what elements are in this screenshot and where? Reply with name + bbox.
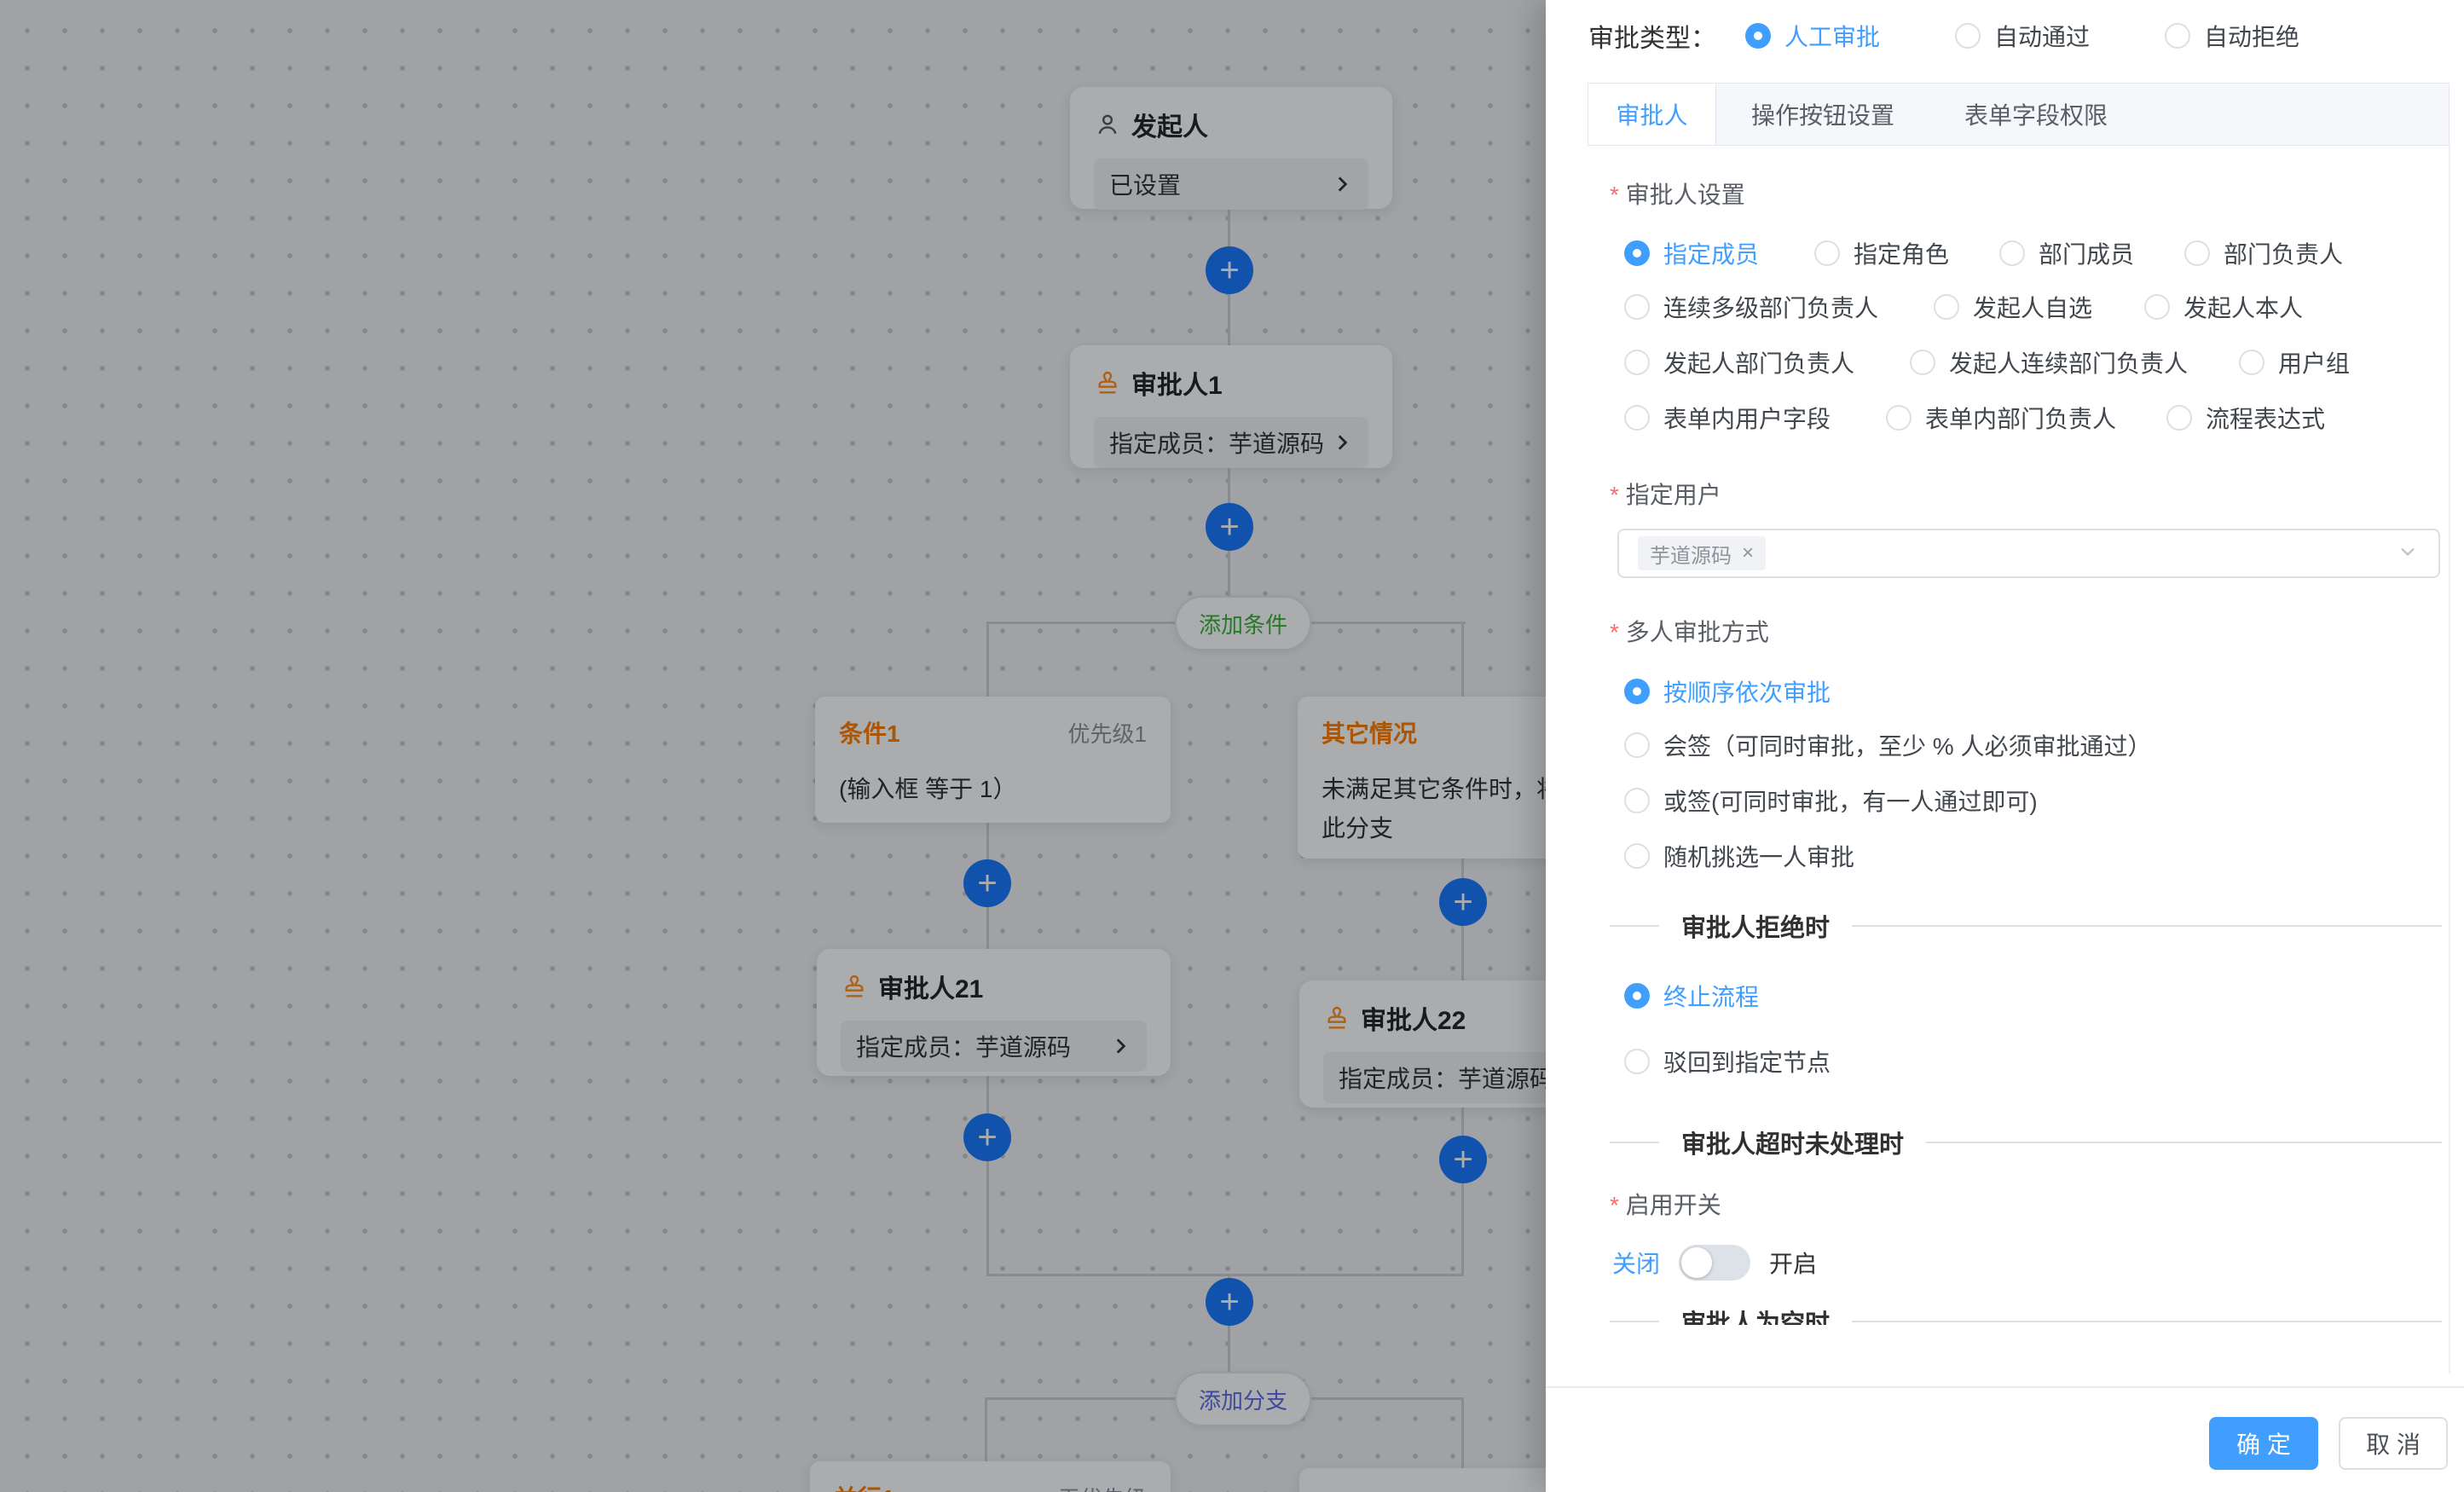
radio-dept-member[interactable]: 部门成员 — [1999, 236, 2134, 270]
radio-form-dept-leader[interactable]: 表单内部门负责人 — [1886, 401, 2116, 435]
panel-tabbar: 审批人 操作按钮设置 表单字段权限 — [1588, 83, 2450, 146]
radio-dot — [1624, 788, 1650, 813]
radio-dot — [2184, 240, 2210, 266]
user-tag: 芋道源码 × — [1638, 536, 1766, 570]
switch-on-label: 开启 — [1769, 1246, 1817, 1280]
timeout-section-divider: 审批人超时未处理时 — [1610, 1127, 2442, 1158]
clipped-next-section: 审批人为空时 — [1610, 1306, 2442, 1325]
empty-approver-section-title: 审批人为空时 — [1659, 1306, 1852, 1325]
radio-initiator-dept-leader[interactable]: 发起人部门负责人 — [1624, 345, 1854, 379]
approval-type-row: 审批类型： 人工审批 自动通过 自动拒绝 — [1588, 17, 2299, 55]
timeout-section-title: 审批人超时未处理时 — [1659, 1125, 1926, 1160]
footer-divider — [1546, 1386, 2464, 1388]
assign-user-label: 指定用户 — [1610, 477, 1721, 511]
radio-countersign[interactable]: 会签（可同时审批，至少 % 人必须审批通过） — [1624, 728, 2151, 762]
radio-dot — [2144, 294, 2170, 320]
radio-dot — [1624, 294, 1650, 320]
timeout-switch-row: 关闭 开启 — [1612, 1245, 1817, 1281]
cancel-button[interactable]: 取 消 — [2339, 1417, 2448, 1470]
radio-dot — [1814, 240, 1840, 266]
radio-dot — [1624, 1049, 1650, 1074]
radio-form-user-field[interactable]: 表单内用户字段 — [1624, 401, 1831, 435]
radio-terminate-process[interactable]: 终止流程 — [1624, 979, 1759, 1013]
radio-dot — [1910, 350, 1935, 375]
confirm-button[interactable]: 确 定 — [2209, 1417, 2318, 1470]
radio-manual-approval[interactable]: 人工审批 — [1745, 19, 1880, 53]
radio-initiator-multi-dept-leader[interactable]: 发起人连续部门负责人 — [1910, 345, 2188, 379]
radio-dot — [1624, 679, 1650, 704]
radio-orsign[interactable]: 或签(可同时审批，有一人通过即可) — [1624, 784, 2038, 818]
reject-section-title: 审批人拒绝时 — [1659, 908, 1852, 944]
panel-scrollbar[interactable] — [2449, 146, 2450, 1373]
tab-action-buttons[interactable]: 操作按钮设置 — [1716, 84, 1929, 145]
radio-dot — [1886, 405, 1912, 431]
radio-dot — [1955, 23, 1981, 49]
radio-dot — [2239, 350, 2264, 375]
radio-return-to-node[interactable]: 驳回到指定节点 — [1624, 1044, 1831, 1079]
assign-user-select[interactable]: 芋道源码 × — [1617, 529, 2440, 578]
timeout-toggle[interactable] — [1679, 1245, 1750, 1281]
radio-dot — [1624, 405, 1650, 431]
approval-type-label: 审批类型： — [1588, 17, 1716, 55]
radio-initiator-choose[interactable]: 发起人自选 — [1934, 290, 2092, 324]
radio-dot — [2165, 23, 2190, 49]
radio-dot — [1934, 294, 1959, 320]
radio-dot — [1999, 240, 2025, 266]
enable-switch-label: 启用开关 — [1610, 1187, 1721, 1221]
radio-auto-pass[interactable]: 自动通过 — [1955, 19, 2090, 53]
radio-assigned-member[interactable]: 指定成员 — [1624, 236, 1759, 270]
chevron-down-icon — [2396, 540, 2420, 568]
radio-sequential[interactable]: 按顺序依次审批 — [1624, 674, 1831, 708]
workflow-canvas: 发起人 已设置 + 审批人1 指定成员：芋道源码 + — [0, 0, 1546, 1492]
radio-process-expression[interactable]: 流程表达式 — [2166, 401, 2325, 435]
switch-off-label: 关闭 — [1612, 1246, 1660, 1280]
remove-tag-icon[interactable]: × — [1742, 541, 1754, 565]
radio-dot — [1624, 240, 1650, 266]
radio-dot — [1624, 732, 1650, 758]
radio-auto-reject[interactable]: 自动拒绝 — [2165, 19, 2299, 53]
radio-random-one[interactable]: 随机挑选一人审批 — [1624, 839, 1854, 873]
modal-dim-overlay — [0, 0, 1546, 1492]
radio-dot — [2166, 405, 2192, 431]
tab-form-field-permission[interactable]: 表单字段权限 — [1929, 84, 2143, 145]
radio-initiator-self[interactable]: 发起人本人 — [2144, 290, 2303, 324]
radio-dept-leader[interactable]: 部门负责人 — [2184, 236, 2343, 270]
radio-multi-level-dept-leader[interactable]: 连续多级部门负责人 — [1624, 290, 1878, 324]
approval-config-panel: 审批类型： 人工审批 自动通过 自动拒绝 审批人 操作按钮设置 表单字段权限 审… — [1546, 0, 2464, 1492]
radio-user-group[interactable]: 用户组 — [2239, 345, 2350, 379]
multi-mode-label: 多人审批方式 — [1610, 614, 1769, 648]
radio-dot — [1624, 350, 1650, 375]
radio-dot — [1624, 843, 1650, 869]
radio-dot — [1745, 23, 1771, 49]
approver-setting-label: 审批人设置 — [1610, 176, 1745, 211]
radio-assigned-role[interactable]: 指定角色 — [1814, 236, 1949, 270]
reject-section-divider: 审批人拒绝时 — [1610, 911, 2442, 941]
tab-approver[interactable]: 审批人 — [1588, 84, 1716, 145]
radio-dot — [1624, 983, 1650, 1009]
